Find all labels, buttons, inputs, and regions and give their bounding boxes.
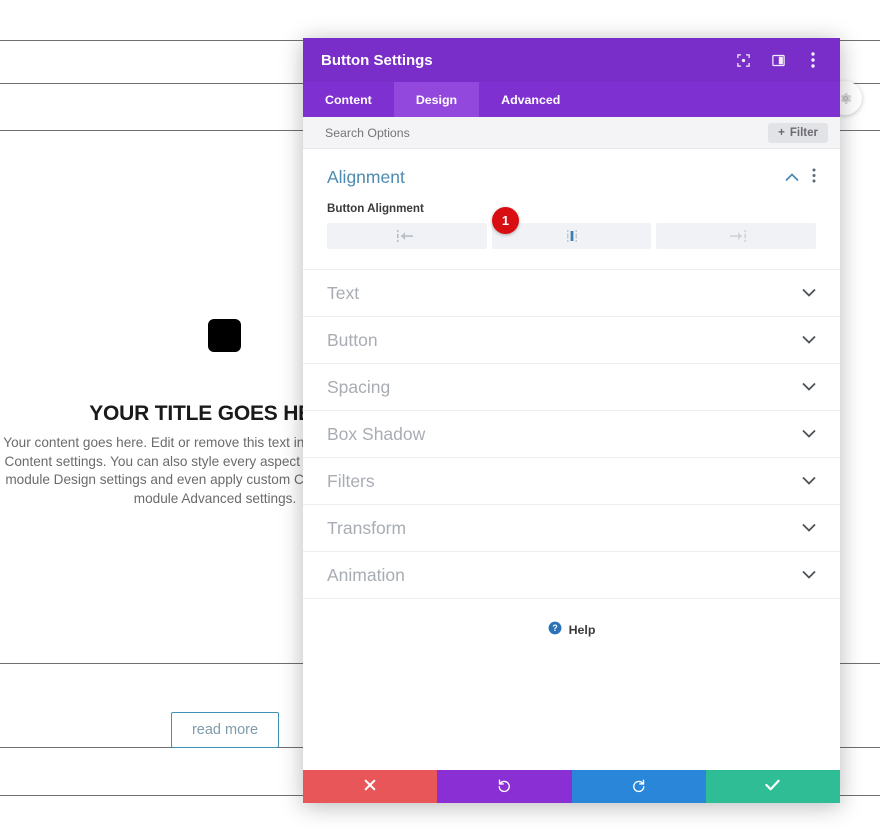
tab-advanced[interactable]: Advanced <box>479 82 582 117</box>
section-options-more-vertical-icon[interactable] <box>812 168 816 188</box>
redo-button[interactable] <box>571 770 706 803</box>
svg-text:?: ? <box>552 622 557 632</box>
filter-button[interactable]: + Filter <box>768 122 828 143</box>
button-alignment-control <box>327 223 817 249</box>
section-button[interactable]: Button <box>303 317 840 364</box>
black-square-module-icon <box>208 319 241 352</box>
section-animation[interactable]: Animation <box>303 552 840 599</box>
section-spacing[interactable]: Spacing <box>303 364 840 411</box>
section-box-shadow-title: Box Shadow <box>327 423 426 444</box>
chevron-down-icon[interactable] <box>802 331 816 349</box>
more-vertical-icon[interactable] <box>804 51 822 69</box>
chevron-up-icon[interactable] <box>785 169 799 187</box>
chevron-down-icon[interactable] <box>802 566 816 584</box>
cancel-button[interactable] <box>303 770 438 803</box>
read-more-button[interactable]: read more <box>171 712 279 748</box>
undo-button[interactable] <box>437 770 572 803</box>
section-button-title: Button <box>327 329 378 350</box>
chevron-down-icon[interactable] <box>802 519 816 537</box>
expand-fullscreen-icon[interactable] <box>734 51 752 69</box>
check-icon <box>765 779 781 794</box>
chevron-down-icon[interactable] <box>802 284 816 302</box>
align-left-button[interactable] <box>327 223 487 249</box>
chevron-down-icon[interactable] <box>802 378 816 396</box>
chevron-down-icon[interactable] <box>802 472 816 490</box>
modal-header: Button Settings <box>303 38 840 82</box>
section-transform-title: Transform <box>327 517 407 538</box>
section-spacing-title: Spacing <box>327 376 391 397</box>
help-link[interactable]: ? Help <box>303 599 840 661</box>
tab-design[interactable]: Design <box>393 82 480 117</box>
button-settings-modal: Button Settings Content Design Advanced … <box>303 38 840 803</box>
section-filters-title: Filters <box>327 470 375 491</box>
search-input[interactable] <box>325 125 769 140</box>
section-alignment: Alignment Button Alignment <box>303 149 840 270</box>
read-more-label: read more <box>191 722 259 738</box>
save-button[interactable] <box>705 770 840 803</box>
section-box-shadow[interactable]: Box Shadow <box>303 411 840 458</box>
modal-action-bar <box>303 770 840 803</box>
tab-content[interactable]: Content <box>303 82 394 117</box>
align-right-button[interactable] <box>656 223 817 249</box>
help-label: Help <box>568 623 596 637</box>
button-alignment-label: Button Alignment <box>327 202 424 215</box>
modal-tabs: Content Design Advanced <box>303 82 840 117</box>
modal-header-actions <box>734 51 822 69</box>
section-text-title: Text <box>327 282 360 303</box>
redo-icon <box>631 778 646 796</box>
panel-layout-icon[interactable] <box>769 51 787 69</box>
close-icon <box>364 779 376 794</box>
section-transform[interactable]: Transform <box>303 505 840 552</box>
undo-icon <box>497 778 512 796</box>
annotation-badge-1: 1 <box>492 207 519 234</box>
section-alignment-title: Alignment <box>327 167 405 187</box>
plus-icon: + <box>778 126 785 139</box>
section-alignment-header[interactable]: Alignment <box>327 167 816 188</box>
section-text[interactable]: Text <box>303 270 840 317</box>
chevron-down-icon[interactable] <box>802 425 816 443</box>
help-circle-icon: ? <box>548 621 562 640</box>
section-filters[interactable]: Filters <box>303 458 840 505</box>
modal-title: Button Settings <box>321 51 433 69</box>
section-animation-title: Animation <box>327 564 405 585</box>
settings-panel: Alignment Button Alignment Text Button S… <box>303 149 840 770</box>
filter-label: Filter <box>789 126 818 139</box>
search-bar: + Filter <box>303 117 840 149</box>
